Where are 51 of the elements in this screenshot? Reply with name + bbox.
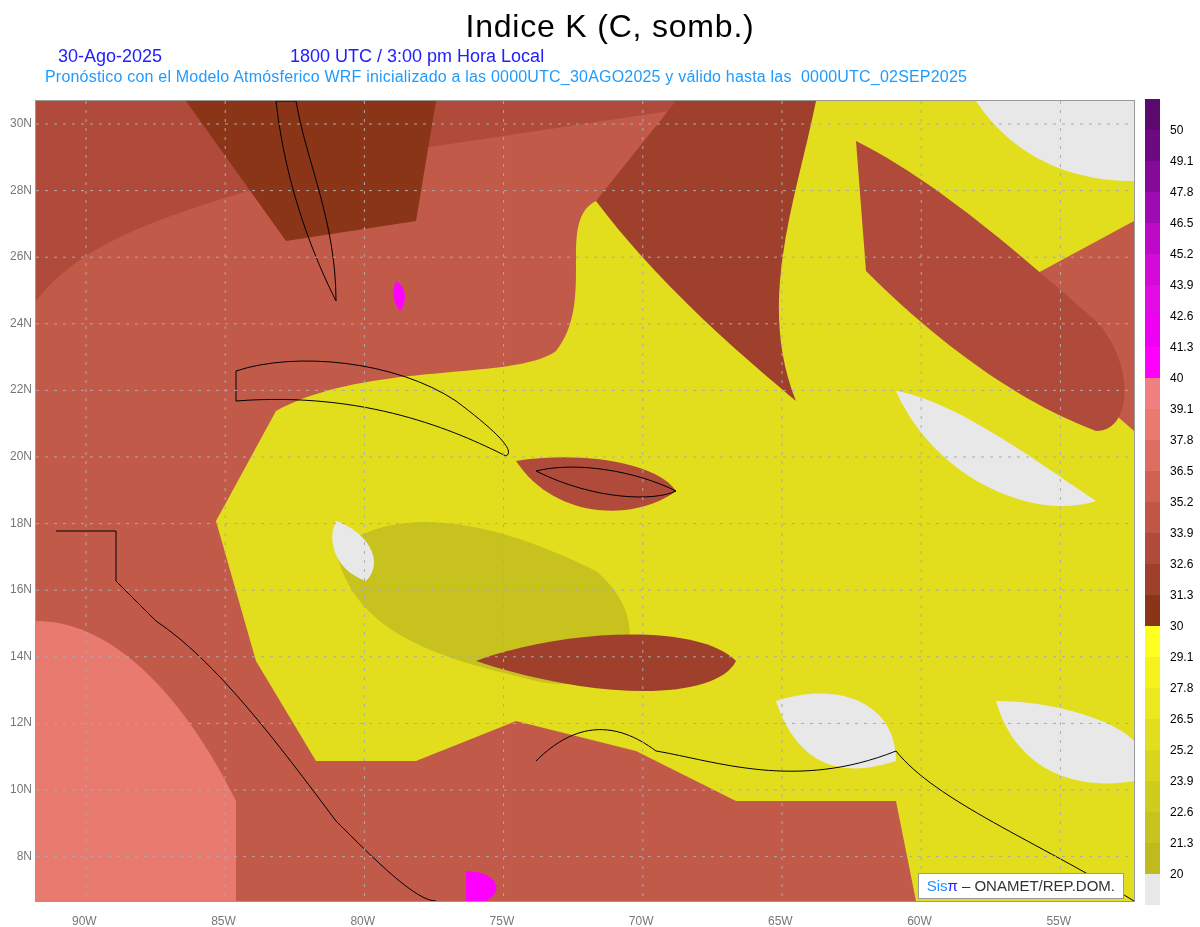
legend-label: 46.5 xyxy=(1170,217,1194,229)
longitude-label: 65W xyxy=(768,915,793,927)
latitude-label: 16N xyxy=(10,583,32,596)
legend-label: 21.3 xyxy=(1170,837,1194,849)
legend-label: 35.2 xyxy=(1170,496,1194,508)
credit-text: – ONAMET/REP.DOM. xyxy=(961,875,1115,896)
latitude-label: 10N xyxy=(10,783,32,795)
legend-label: 40 xyxy=(1170,372,1184,384)
latitude-label: 26N xyxy=(10,250,32,263)
legend-label: 50 xyxy=(1170,124,1184,136)
time-label: 1800 UTC / 3:00 pm Hora Local xyxy=(290,45,545,68)
longitude-label: 85W xyxy=(211,915,236,927)
legend-label: 36.5 xyxy=(1170,465,1194,477)
legend-label: 43.9 xyxy=(1170,279,1194,291)
legend-label: 33.9 xyxy=(1170,527,1194,539)
legend-label: 23.9 xyxy=(1170,775,1194,787)
legend-label: 41.3 xyxy=(1170,341,1194,353)
longitude-label: 55W xyxy=(1046,915,1072,927)
longitude-label: 80W xyxy=(350,915,376,927)
legend-label: 30 xyxy=(1170,620,1184,632)
latitude-label: 18N xyxy=(10,516,32,529)
legend-label: 47.8 xyxy=(1170,186,1194,198)
longitude-label: 60W xyxy=(907,915,932,927)
longitude-label: 75W xyxy=(489,915,515,927)
latitude-label: 24N xyxy=(10,316,32,329)
legend-label: 37.8 xyxy=(1170,434,1194,446)
legend-label: 42.6 xyxy=(1170,310,1194,322)
latitude-label: 20N xyxy=(10,450,32,462)
legend-label: 22.6 xyxy=(1170,806,1194,818)
latitude-label: 12N xyxy=(10,716,32,729)
legend-label: 29.1 xyxy=(1170,651,1194,663)
legend-label: 25.2 xyxy=(1170,744,1194,756)
latitude-label: 14N xyxy=(10,649,32,662)
legend-label: 49.1 xyxy=(1170,155,1194,167)
forecast-note: Pronóstico con el Modelo Atmósferico WRF inicializado a las 0000UTC_30AGO2025 y válido hasta las 0000UTC_02SEP2025 xyxy=(45,67,968,87)
latitude-label: 30N xyxy=(10,117,32,129)
legend-label: 27.8 xyxy=(1170,682,1194,694)
longitude-label: 70W xyxy=(628,915,654,927)
latitude-label: 8N xyxy=(16,849,32,862)
latitude-label: 28N xyxy=(10,183,32,196)
date-label: 30-Ago-2025 xyxy=(58,45,163,68)
legend-label: 31.3 xyxy=(1170,589,1194,601)
chart-title: Indice K (C, somb.) xyxy=(465,7,755,46)
logo-text: Sisπ xyxy=(926,875,958,896)
legend-label: 32.6 xyxy=(1170,558,1194,570)
legend-label: 45.2 xyxy=(1170,248,1194,260)
legend-label: 39.1 xyxy=(1170,403,1194,415)
longitude-label: 90W xyxy=(72,915,97,927)
latitude-label: 22N xyxy=(10,383,32,396)
legend-label: 26.5 xyxy=(1170,713,1194,725)
legend-label: 20 xyxy=(1170,868,1184,880)
